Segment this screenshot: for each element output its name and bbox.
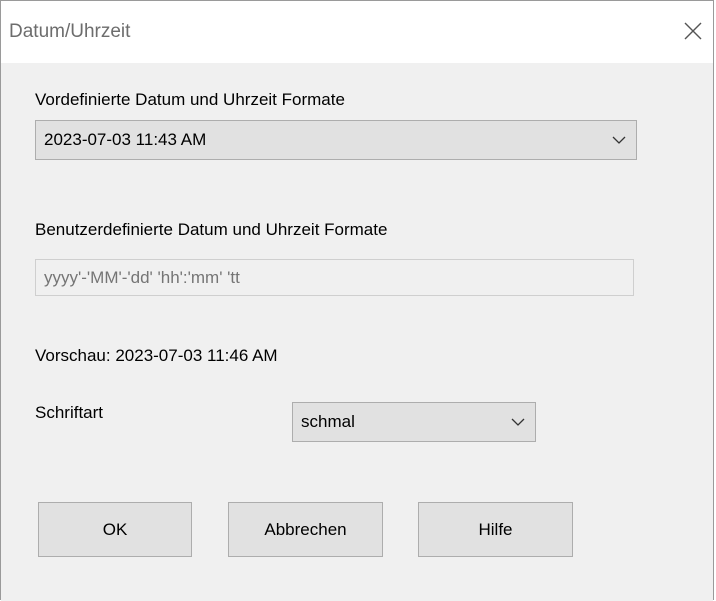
font-dropdown[interactable]: schmal xyxy=(292,402,536,442)
preview-text: Vorschau: 2023-07-03 11:46 AM xyxy=(35,346,278,365)
close-icon[interactable] xyxy=(679,17,707,45)
custom-formats-label: Benutzerdefinierte Datum und Uhrzeit For… xyxy=(35,220,388,239)
ok-button[interactable]: OK xyxy=(38,502,192,557)
chevron-down-icon xyxy=(511,418,525,426)
predefined-formats-value: 2023-07-03 11:43 AM xyxy=(44,130,207,149)
custom-format-input[interactable] xyxy=(35,259,634,296)
help-button[interactable]: Hilfe xyxy=(418,502,573,557)
font-label: Schriftart xyxy=(35,403,104,422)
dialog-window: Datum/Uhrzeit Vordefinierte Datum und Uh… xyxy=(0,0,714,601)
predefined-formats-label: Vordefinierte Datum und Uhrzeit Formate xyxy=(35,90,345,109)
dialog-body: Vordefinierte Datum und Uhrzeit Formate … xyxy=(1,63,713,601)
window-title: Datum/Uhrzeit xyxy=(9,21,131,42)
chevron-down-icon xyxy=(612,136,626,144)
title-bar: Datum/Uhrzeit xyxy=(1,1,713,63)
font-value: schmal xyxy=(301,412,355,431)
cancel-button[interactable]: Abbrechen xyxy=(228,502,383,557)
predefined-formats-dropdown[interactable]: 2023-07-03 11:43 AM xyxy=(35,120,637,160)
